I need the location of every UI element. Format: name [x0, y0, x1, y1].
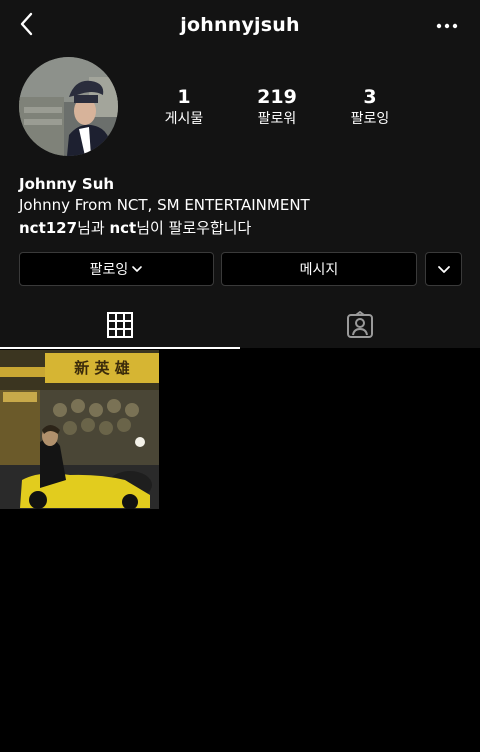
followed-by-text: nct127님과 nct님이 팔로우합니다 — [19, 217, 251, 238]
more-options-icon[interactable] — [434, 14, 460, 38]
post-sign-text: 新 英 雄 — [74, 359, 129, 377]
suggested-accounts-button[interactable] — [425, 252, 462, 286]
posts-count[interactable]: 1 게시물 — [134, 86, 234, 129]
followed-by-user-nct127[interactable]: nct127 — [19, 219, 77, 237]
followed-by-connector: 님과 — [77, 219, 110, 237]
top-bar: johnnyjsuh — [0, 0, 480, 50]
profile-header: 1 게시물 219 팔로워 3 팔로잉 Johnny Suh Johnny Fr… — [0, 50, 480, 302]
followers-count-label: 팔로워 — [257, 111, 297, 127]
profile-bio: Johnny From NCT, SM ENTERTAINMENT — [19, 196, 310, 214]
tab-grid[interactable] — [0, 302, 240, 349]
chevron-down-icon — [437, 266, 450, 273]
message-button[interactable]: 메시지 — [221, 252, 417, 286]
tagged-person-icon — [347, 311, 373, 338]
following-count[interactable]: 3 팔로잉 — [320, 86, 420, 129]
posts-count-value: 1 — [177, 86, 191, 108]
followers-count-value: 219 — [257, 86, 297, 108]
followers-count[interactable]: 219 팔로워 — [227, 86, 327, 129]
avatar[interactable] — [19, 57, 118, 156]
active-tab-indicator — [0, 347, 240, 349]
followed-by-suffix: 님이 팔로우합니다 — [136, 219, 252, 237]
following-button-label: 팔로잉 — [89, 262, 129, 278]
following-button[interactable]: 팔로잉 — [19, 252, 214, 286]
chevron-down-icon — [132, 266, 143, 272]
profile-display-name: Johnny Suh — [19, 175, 115, 193]
profile-username: johnnyjsuh — [180, 14, 300, 36]
following-count-value: 3 — [363, 86, 377, 108]
grid-icon — [107, 312, 133, 338]
profile-tabs — [0, 302, 480, 349]
following-count-label: 팔로잉 — [350, 111, 390, 127]
message-button-label: 메시지 — [299, 262, 339, 278]
posts-count-label: 게시물 — [164, 111, 204, 127]
tab-tagged[interactable] — [240, 302, 480, 348]
followed-by-user-nct[interactable]: nct — [109, 219, 136, 237]
post-thumbnail[interactable]: 新 英 雄 — [0, 350, 159, 509]
